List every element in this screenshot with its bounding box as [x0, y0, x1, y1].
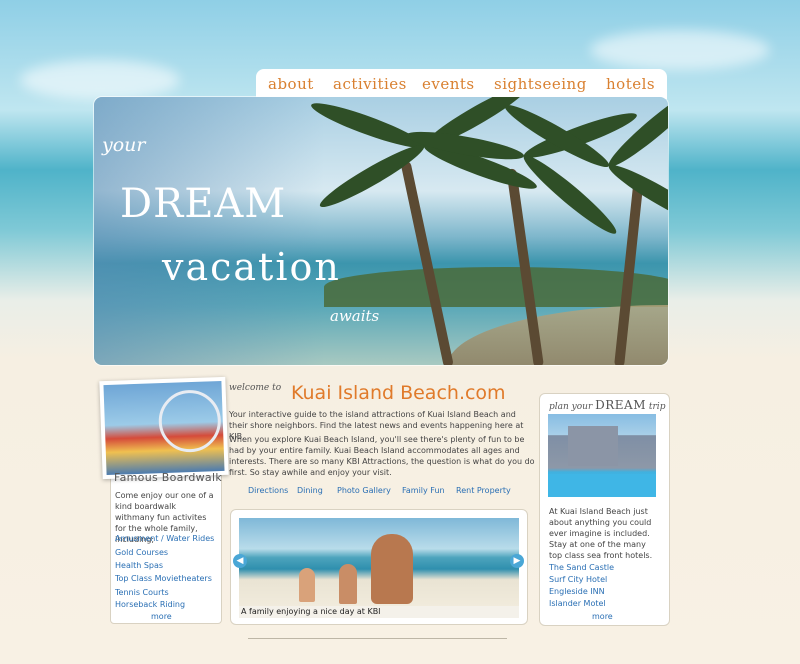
- plan-description: At Kuai Island Beach just about anything…: [549, 507, 653, 560]
- nav-hotels[interactable]: hotels: [606, 75, 655, 93]
- hero-island: [324, 267, 668, 307]
- palm-frond: [308, 97, 428, 155]
- boardwalk-more-link[interactable]: more: [151, 612, 172, 621]
- link-dining[interactable]: Dining: [297, 486, 323, 495]
- photo-slider: A family enjoying a nice day at KBI: [230, 509, 528, 625]
- arrow-right-icon[interactable]: ▶: [510, 554, 524, 568]
- boardwalk-link[interactable]: Horseback Riding: [115, 600, 185, 609]
- top-nav: about activities events sightseeing hote…: [256, 69, 667, 99]
- man-figure: [371, 534, 413, 604]
- boardwalk-link[interactable]: Gold Courses: [115, 548, 168, 557]
- ferris-wheel-icon: [157, 389, 222, 454]
- boardwalk-link[interactable]: Health Spas: [115, 561, 163, 570]
- cloud: [20, 60, 180, 100]
- ferris-wheel-image: [103, 380, 225, 476]
- boardwalk-link[interactable]: Top Class Movietheaters: [115, 574, 212, 583]
- hotel-pool: [548, 474, 656, 497]
- plan-prefix: plan your: [549, 402, 593, 412]
- link-family-fun[interactable]: Family Fun: [402, 486, 445, 495]
- boardwalk-photo[interactable]: [99, 376, 229, 480]
- nav-activities[interactable]: activities: [333, 75, 407, 93]
- plan-more-link[interactable]: more: [592, 612, 613, 621]
- hotel-link[interactable]: Engleside INN: [549, 587, 605, 596]
- nav-events[interactable]: events: [422, 75, 475, 93]
- link-rent-property[interactable]: Rent Property: [456, 486, 511, 495]
- hotel-building: [568, 426, 618, 466]
- link-directions[interactable]: Directions: [248, 486, 288, 495]
- girl-figure: [299, 568, 315, 602]
- palm-trunk: [400, 160, 454, 365]
- hero-sand: [448, 305, 668, 365]
- hero-banner: your DREAM vacation awaits: [94, 97, 668, 365]
- nav-sightseeing[interactable]: sightseeing: [494, 75, 587, 93]
- boardwalk-link[interactable]: Amusment / Water Rides: [115, 534, 214, 543]
- footer-divider: [248, 638, 507, 639]
- hero-your: your: [102, 134, 146, 156]
- hero-vacation: vacation: [162, 245, 341, 289]
- boardwalk-title: Famous Boardwalk: [114, 471, 222, 484]
- boy-figure: [339, 564, 357, 604]
- plan-suffix: trip: [648, 402, 666, 412]
- plan-heading: plan your DREAM trip: [549, 398, 665, 412]
- cloud: [590, 30, 770, 70]
- welcome-paragraph-2: When you explore Kuai Beach Island, you'…: [229, 435, 535, 477]
- hotel-link[interactable]: Surf City Hotel: [549, 575, 607, 584]
- site-title: Kuai Island Beach.com: [291, 382, 506, 404]
- hotel-link[interactable]: The Sand Castle: [549, 563, 614, 572]
- slider-caption: A family enjoying a nice day at KBI: [239, 606, 519, 618]
- arrow-left-icon[interactable]: ◀: [233, 554, 247, 568]
- plan-dream: DREAM: [595, 398, 647, 412]
- hero-dream: DREAM: [120, 181, 287, 227]
- hotel-link[interactable]: Islander Motel: [549, 599, 606, 608]
- boardwalk-link[interactable]: Tennis Courts: [115, 588, 169, 597]
- nav-about[interactable]: about: [268, 75, 314, 93]
- welcome-prefix: welcome to: [229, 383, 282, 393]
- slider-image: [239, 518, 519, 606]
- link-photo-gallery[interactable]: Photo Gallery: [337, 486, 391, 495]
- hotel-photo[interactable]: [548, 414, 656, 497]
- hero-awaits: awaits: [330, 307, 380, 325]
- palm-frond: [603, 97, 668, 173]
